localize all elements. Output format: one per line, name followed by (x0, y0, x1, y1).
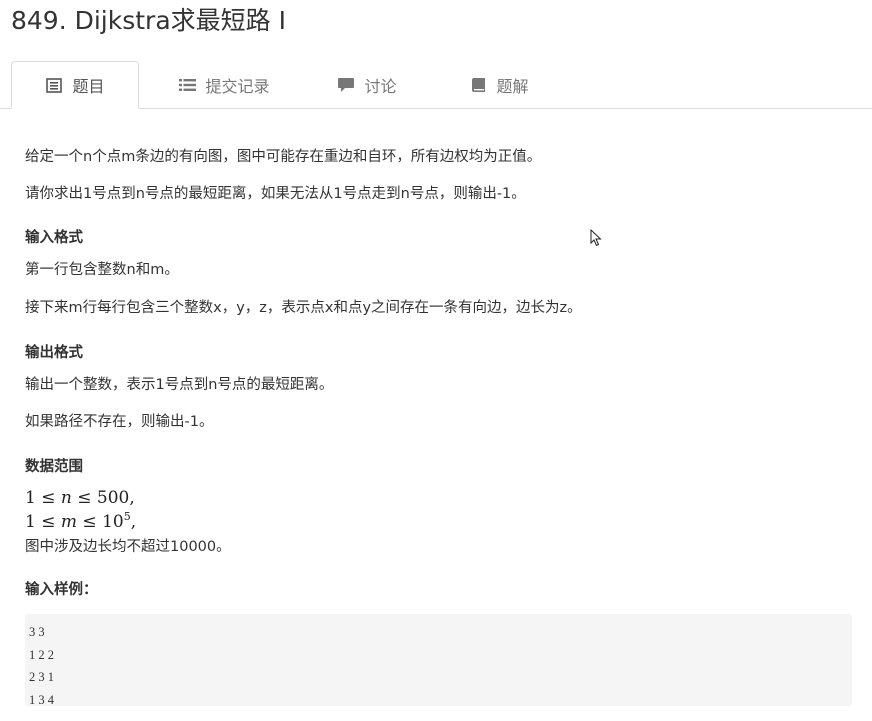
tab-solutions[interactable]: 题解 (440, 61, 558, 109)
output-format-heading: 输出格式 (25, 345, 83, 361)
sample-line: 1 3 4 (29, 692, 54, 707)
records-icon (178, 77, 196, 93)
tab-discussion[interactable]: 讨论 (308, 61, 426, 109)
output-format-line-2: 如果路径不存在，则输出-1。 (25, 414, 214, 430)
page-title: 849. Dijkstra求最短路 I (11, 6, 286, 35)
tab-submissions[interactable]: 提交记录 (160, 61, 288, 109)
tab-discussion-label: 讨论 (364, 77, 397, 96)
problem-task: 请你求出1号点到n号点的最短距离，如果无法从1号点走到n号点，则输出-1。 (25, 186, 526, 202)
range-n-formula: 1 ≤ n ≤ 500, (25, 488, 135, 508)
range-m-lower: 1 (25, 512, 36, 532)
sample-line: 1 2 2 (29, 647, 54, 662)
tab-problem[interactable]: 题目 (11, 61, 139, 109)
mouse-pointer-icon (590, 228, 602, 251)
sample-line: 3 3 (29, 625, 45, 639)
range-n-lower: 1 (25, 488, 36, 508)
range-note: 图中涉及边长均不超过10000。 (25, 539, 231, 555)
sample-input-heading: 输入样例： (25, 582, 98, 598)
comment-icon (337, 77, 355, 93)
range-n-upper: 500 (96, 488, 130, 508)
range-m-base: 10 (102, 512, 124, 532)
problem-page: 849. Dijkstra求最短路 I 题目 提交记录 讨论 题解 给定一个n个… (0, 0, 872, 721)
output-format-line-1: 输出一个整数，表示1号点到n号点的最短距离。 (25, 377, 334, 393)
range-m-exponent: 5 (123, 510, 131, 523)
book-icon (469, 77, 487, 93)
input-format-line-1: 第一行包含整数n和m。 (25, 262, 179, 278)
sample-line: 2 3 1 (29, 670, 54, 684)
range-n-variable: n (60, 488, 72, 508)
range-m-formula: 1 ≤ m ≤ 105, (25, 510, 137, 532)
list-icon (45, 77, 63, 93)
tab-problem-label: 题目 (72, 77, 105, 96)
input-format-line-2: 接下来m行每行包含三个整数x，y，z，表示点x和点y之间存在一条有向边，边长为z… (25, 300, 582, 316)
tab-bar: 题目 提交记录 讨论 题解 (0, 61, 872, 109)
data-range-heading: 数据范围 (25, 459, 83, 475)
range-m-variable: m (60, 512, 78, 532)
tab-solutions-label: 题解 (496, 77, 529, 96)
tab-submissions-label: 提交记录 (205, 77, 270, 96)
input-format-heading: 输入格式 (25, 230, 83, 246)
sample-input-block: 3 3 1 2 2 2 3 1 1 3 4 (25, 614, 852, 707)
problem-description: 给定一个n个点m条边的有向图，图中可能存在重边和自环，所有边权均为正值。 (25, 149, 542, 165)
